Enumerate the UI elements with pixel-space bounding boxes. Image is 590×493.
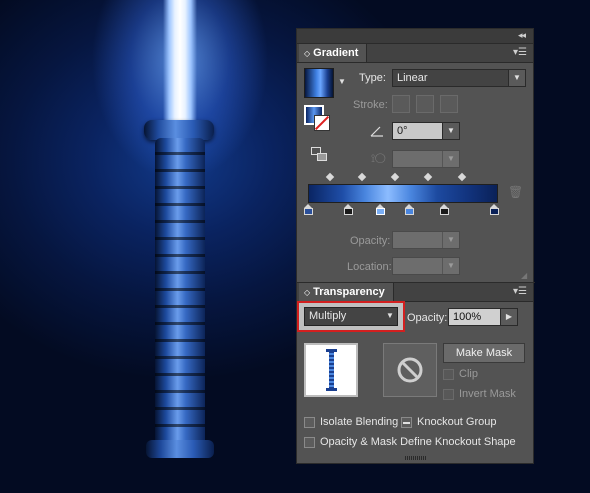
panel-menu-icon[interactable]: ▾☰ bbox=[513, 47, 527, 58]
gradient-swatch[interactable] bbox=[304, 68, 334, 98]
transparency-opacity-label: Opacity: bbox=[407, 312, 448, 324]
blend-mode-highlight: Multiply ▼ bbox=[297, 301, 405, 332]
stroke-across-icon[interactable] bbox=[440, 95, 458, 113]
stroke-label: Stroke: bbox=[353, 99, 388, 111]
reverse-gradient-icon[interactable] bbox=[311, 145, 327, 161]
type-label: Type: bbox=[359, 72, 386, 84]
lightsaber-hilt-grip bbox=[155, 138, 205, 448]
transparency-tabbar: ◇ Transparency ▾☰ bbox=[297, 283, 533, 302]
midpoint-diamond[interactable] bbox=[390, 172, 400, 182]
tab-gradient[interactable]: ◇ Gradient bbox=[299, 44, 368, 62]
color-stop[interactable] bbox=[490, 204, 499, 215]
type-value: Linear bbox=[397, 72, 428, 84]
clip-label: Clip bbox=[459, 368, 478, 380]
lightsaber-blade bbox=[163, 0, 197, 124]
tab-transparency[interactable]: ◇ Transparency bbox=[299, 283, 394, 301]
color-stop-selected[interactable] bbox=[376, 204, 385, 215]
no-mask-icon bbox=[397, 357, 423, 383]
panel-resize-grip[interactable] bbox=[405, 456, 427, 460]
midpoint-diamond[interactable] bbox=[457, 172, 467, 182]
make-mask-button[interactable]: Make Mask bbox=[443, 343, 525, 363]
gradient-transparency-panel: ◂◂ ◇ Gradient ▾☰ ▼ Type: Linear ▼ Stroke:… bbox=[296, 28, 535, 464]
isolate-blending-checkbox[interactable] bbox=[304, 417, 315, 428]
panel-titlebar[interactable]: ◂◂ bbox=[297, 29, 533, 44]
chevron-down-icon[interactable]: ▼ bbox=[383, 308, 397, 324]
color-stop[interactable] bbox=[304, 204, 313, 215]
color-stop[interactable] bbox=[440, 204, 449, 215]
panel-menu-icon[interactable]: ▾☰ bbox=[513, 286, 527, 297]
trash-icon[interactable]: 🗑 bbox=[508, 185, 523, 199]
invert-mask-label: Invert Mask bbox=[459, 388, 516, 400]
transparency-opacity-field[interactable]: 100% ▶ bbox=[448, 308, 518, 326]
midpoint-diamond[interactable] bbox=[357, 172, 367, 182]
knockout-group-label: Knockout Group bbox=[417, 416, 497, 428]
color-stop[interactable] bbox=[405, 204, 414, 215]
artwork-thumbnail[interactable] bbox=[304, 343, 358, 397]
resize-grip-icon[interactable]: ◢ bbox=[521, 271, 527, 280]
chevron-right-icon[interactable]: ▶ bbox=[500, 309, 517, 325]
location-field[interactable]: ▼ bbox=[392, 257, 460, 275]
chevron-down-icon[interactable]: ▼ bbox=[508, 70, 525, 86]
opacity-mask-knockout-checkbox[interactable] bbox=[304, 437, 315, 448]
midpoint-diamond[interactable] bbox=[325, 172, 335, 182]
type-dropdown[interactable]: Linear ▼ bbox=[392, 69, 526, 87]
chevron-down-icon[interactable]: ▼ bbox=[442, 151, 459, 167]
knockout-group-checkbox[interactable] bbox=[401, 417, 412, 428]
location-label: Location: bbox=[347, 261, 392, 273]
collapse-panel-icon[interactable]: ◂◂ bbox=[518, 30, 526, 41]
color-stop[interactable] bbox=[344, 204, 353, 215]
invert-mask-checkbox[interactable] bbox=[443, 389, 454, 400]
stroke-within-icon[interactable] bbox=[392, 95, 410, 113]
tab-toggle-icon[interactable]: ◇ bbox=[304, 288, 310, 297]
chevron-down-icon[interactable]: ▼ bbox=[442, 258, 459, 274]
stroke-along-icon[interactable] bbox=[416, 95, 434, 113]
gradient-tabbar: ◇ Gradient ▾☰ bbox=[297, 44, 533, 63]
opacity-mask-knockout-label: Opacity & Mask Define Knockout Shape bbox=[320, 436, 516, 448]
tab-toggle-icon[interactable]: ◇ bbox=[304, 49, 310, 58]
angle-value: 0° bbox=[397, 125, 408, 137]
fill-stroke-icon[interactable] bbox=[304, 105, 330, 131]
clip-checkbox[interactable] bbox=[443, 369, 454, 380]
isolate-blending-label: Isolate Blending bbox=[320, 416, 399, 428]
blend-mode-dropdown[interactable]: Multiply ▼ bbox=[304, 307, 398, 326]
midpoint-diamond[interactable] bbox=[423, 172, 433, 182]
swatch-dropdown-icon[interactable]: ▼ bbox=[338, 77, 346, 86]
chevron-down-icon[interactable]: ▼ bbox=[442, 232, 459, 248]
stop-opacity-field[interactable]: ▼ bbox=[392, 231, 460, 249]
angle-icon bbox=[370, 126, 383, 137]
angle-field[interactable]: 0° ▼ bbox=[392, 122, 460, 140]
opacity-value: 100% bbox=[453, 311, 482, 323]
gradient-slider[interactable] bbox=[308, 184, 498, 203]
blend-mode-value: Multiply bbox=[309, 310, 347, 322]
aspect-ratio-field[interactable]: ▼ bbox=[392, 150, 460, 168]
opacity-label: Opacity: bbox=[350, 235, 391, 247]
aspect-ratio-icon: ⟟◯ bbox=[371, 153, 386, 165]
chevron-down-icon[interactable]: ▼ bbox=[442, 123, 459, 139]
mask-thumbnail[interactable] bbox=[383, 343, 437, 397]
lightsaber-hilt-pommel bbox=[146, 440, 214, 458]
lightsaber-hilt-cap bbox=[144, 120, 214, 140]
